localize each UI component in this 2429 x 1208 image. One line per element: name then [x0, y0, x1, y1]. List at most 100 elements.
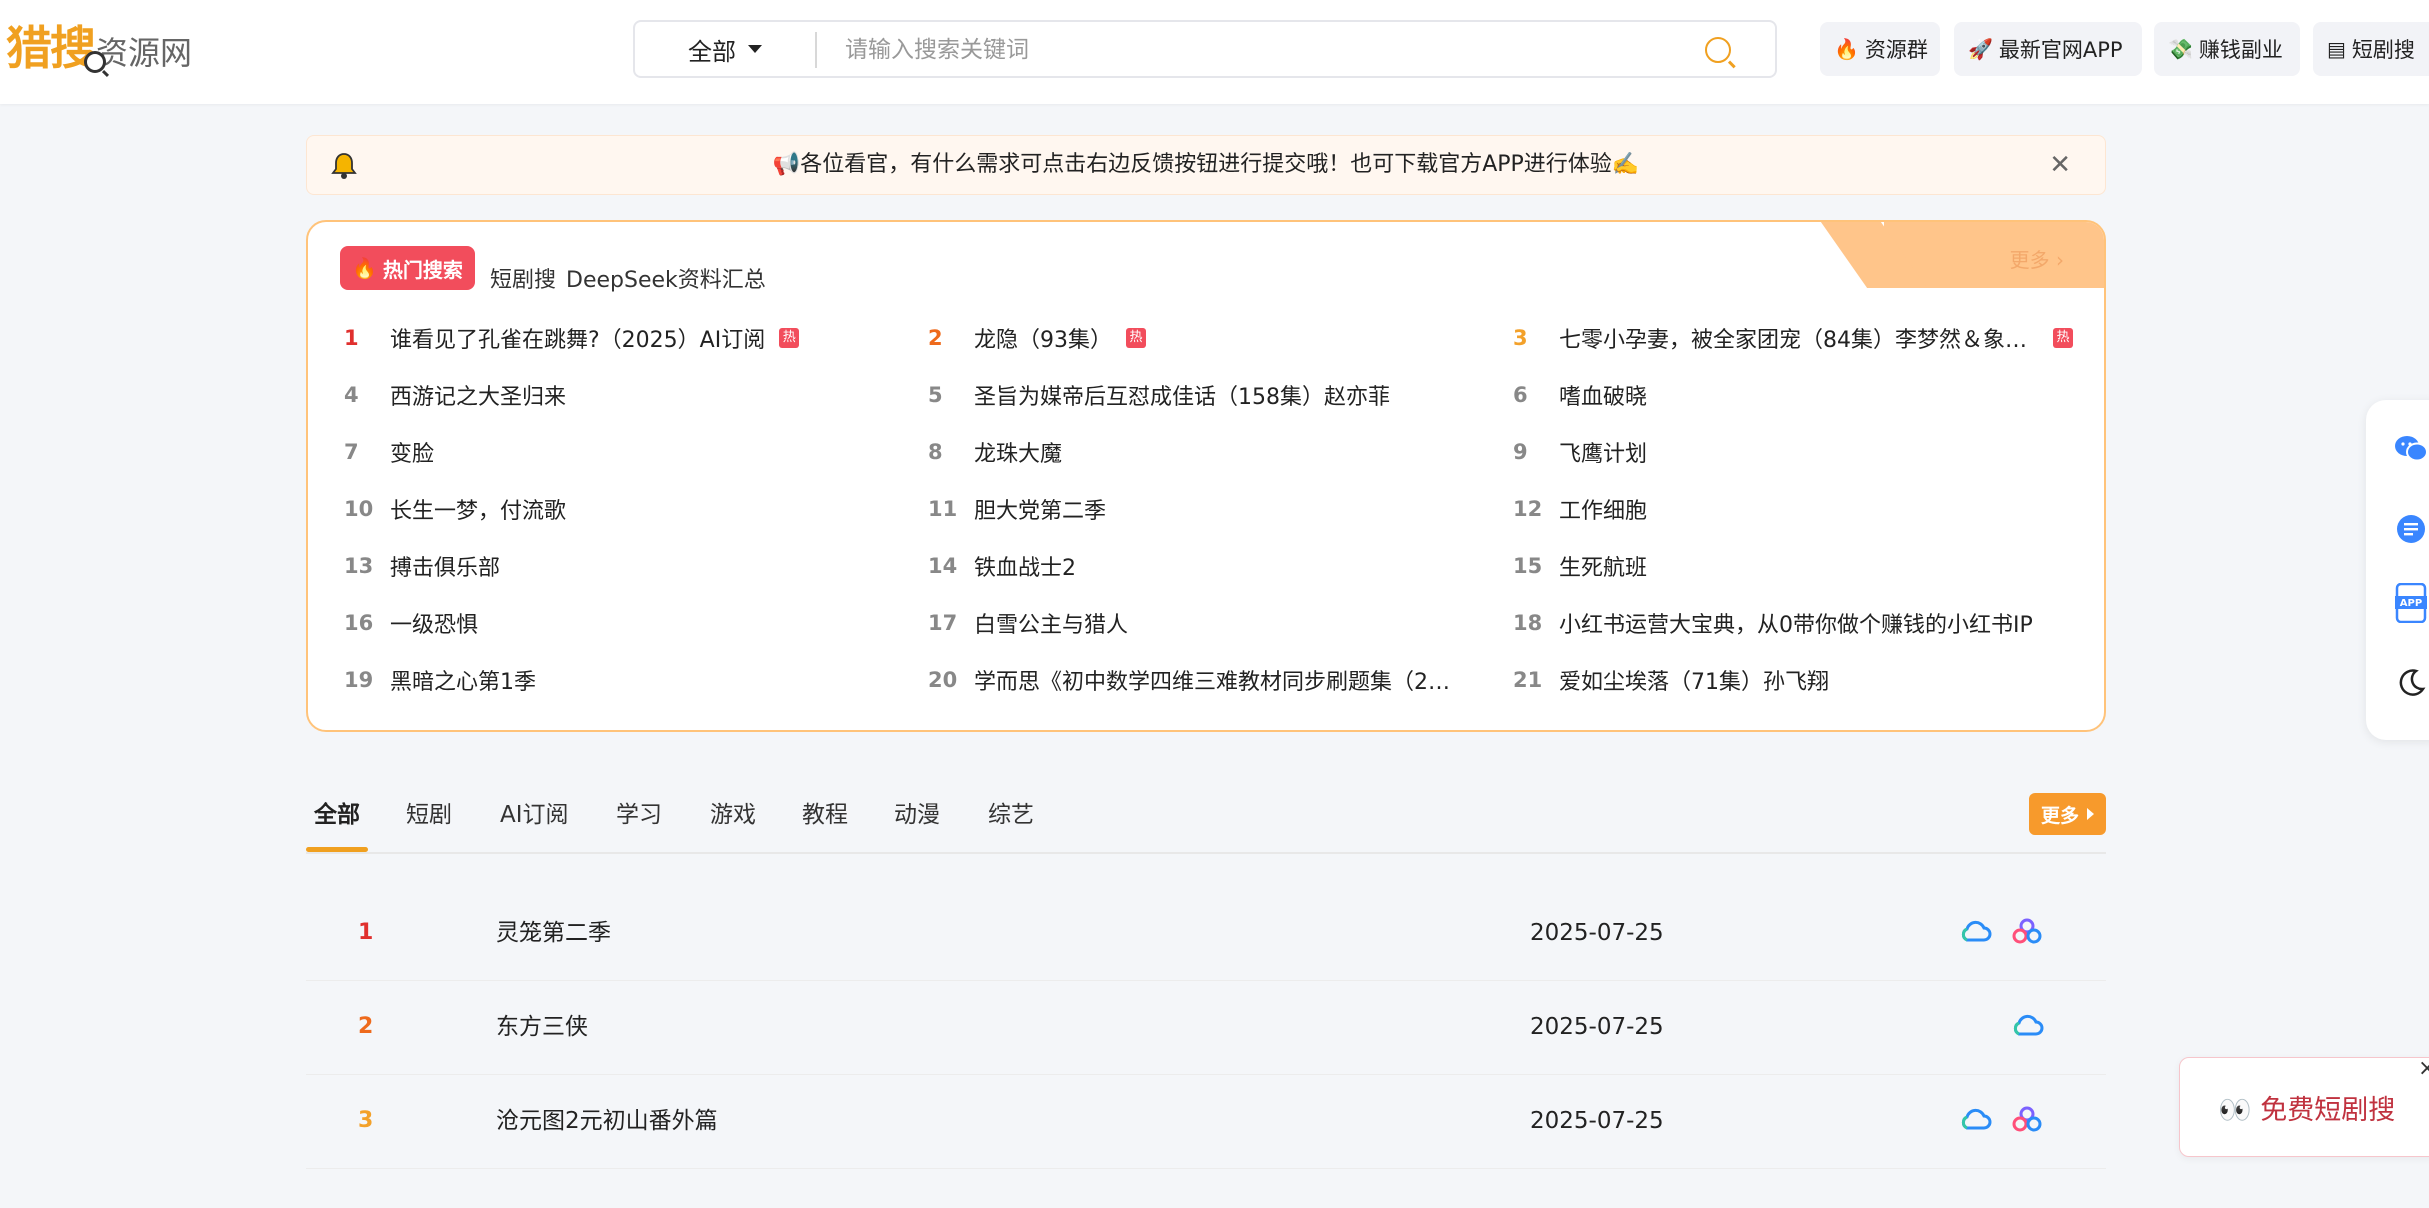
hot-search-item[interactable]: 13 搏击俱乐部 — [338, 546, 500, 586]
resource-title[interactable]: 灵笼第二季 — [496, 886, 611, 980]
hot-search-item[interactable]: 19 黑暗之心第1季 — [338, 660, 536, 700]
hot-search-item[interactable]: 16 一级恐惧 — [338, 603, 478, 643]
feedback-icon[interactable] — [2394, 512, 2428, 546]
category-tab[interactable]: 短剧 — [406, 790, 452, 840]
quark-cloud-icon[interactable] — [2010, 1106, 2044, 1132]
search-category-select[interactable]: 全部 — [635, 22, 815, 76]
category-tab[interactable]: 游戏 — [710, 790, 756, 840]
hot-item-title: 铁血战士2 — [974, 556, 1076, 581]
caret-down-icon — [748, 45, 762, 53]
hot-item-title: 工作细胞 — [1559, 499, 1648, 524]
hot-rank-number: 15 — [1513, 554, 1543, 578]
fire-icon: 🔥 — [1834, 37, 1859, 61]
quark-cloud-icon[interactable] — [2010, 918, 2044, 944]
hot-rank-number: 10 — [344, 497, 374, 521]
hot-rank-number: 9 — [1513, 440, 1528, 464]
category-tab[interactable]: 全部 — [314, 790, 360, 840]
hot-rank-number: 16 — [344, 611, 374, 635]
hot-search-item[interactable]: 7 变脸 — [338, 432, 434, 472]
hot-rank-number: 20 — [928, 668, 958, 692]
hot-search-item[interactable]: 5 圣旨为媒帝后互怼成佳话（158集）赵亦菲 — [922, 375, 1390, 415]
hot-search-item[interactable]: 8 龙珠大魔 — [922, 432, 1062, 472]
hot-rank-number: 7 — [344, 440, 359, 464]
hot-search-item[interactable]: 12 工作细胞 — [1507, 489, 1647, 529]
wechat-icon[interactable] — [2394, 432, 2428, 466]
hot-search-item[interactable]: 18 小红书运营大宝典，从0带你做个赚钱的小红书IP — [1507, 603, 2033, 643]
hot-search-item[interactable]: 15 生死航班 — [1507, 546, 1647, 586]
hot-rank-number: 21 — [1513, 668, 1543, 692]
top-header: 猎搜 资源网 全部 🔥 资源群 🚀 最新官网APP 💸 赚钱副业 ▤ 短剧搜 — [0, 0, 2429, 104]
search-divider — [815, 32, 817, 68]
short-drama-search-button[interactable]: ▤ 短剧搜 — [2313, 22, 2429, 76]
hot-item-title: 变脸 — [390, 442, 435, 467]
hot-item-title: 一级恐惧 — [390, 613, 479, 638]
search-box: 全部 — [633, 20, 1777, 78]
hot-item-title: 长生一梦，付流歌 — [390, 499, 567, 524]
logo-sub-text: 资源网 — [96, 34, 193, 72]
category-tab[interactable]: 综艺 — [988, 790, 1034, 840]
hot-item-title: 飞鹰计划 — [1559, 442, 1648, 467]
resource-rank: 2 — [358, 1014, 374, 1039]
close-icon[interactable]: ✕ — [2049, 150, 2071, 180]
rocket-icon: 🚀 — [1968, 37, 1993, 61]
hot-rank-number: 1 — [344, 326, 359, 350]
hot-more-link[interactable]: 更多 › — [2010, 244, 2064, 273]
app-icon[interactable]: APP — [2394, 583, 2428, 623]
category-tabs: 全部 短剧 AI订阅 学习 游戏 教程 动漫 综艺 更多 — [306, 790, 2106, 854]
hot-search-item[interactable]: 6 嗜血破晓 — [1507, 375, 1647, 415]
promo-text: 👀 免费短剧搜 — [2218, 1088, 2395, 1127]
category-tab[interactable]: 动漫 — [894, 790, 940, 840]
tabs-more-button[interactable]: 更多 — [2028, 793, 2106, 835]
official-app-button[interactable]: 🚀 最新官网APP — [1954, 22, 2142, 76]
free-drama-promo[interactable]: 👀 免费短剧搜 × — [2179, 1056, 2429, 1157]
baidu-cloud-icon[interactable] — [2010, 1012, 2044, 1038]
hot-search-item[interactable]: 4 西游记之大圣归来 — [338, 375, 566, 415]
logo-magnifier-icon — [84, 51, 106, 73]
hot-rank-number: 14 — [928, 554, 958, 578]
search-category-label: 全部 — [688, 37, 736, 66]
hot-rank-number: 4 — [344, 383, 359, 407]
resource-row[interactable]: 1 灵笼第二季 2025-07-25 — [306, 886, 2106, 981]
hot-rank-number: 2 — [928, 326, 943, 350]
promo-close-icon[interactable]: × — [2418, 1056, 2429, 1081]
search-icon[interactable] — [1705, 37, 1731, 63]
hot-rank-number: 8 — [928, 440, 943, 464]
short-drama-search-label: 短剧搜 — [2351, 38, 2415, 62]
resource-group-button[interactable]: 🔥 资源群 — [1820, 22, 1940, 76]
baidu-cloud-icon[interactable] — [1958, 1106, 1992, 1132]
promo-label: 免费短剧搜 — [2260, 1095, 2396, 1126]
category-tab[interactable]: 教程 — [802, 790, 848, 840]
hot-search-badge: 🔥 热门搜索 — [340, 246, 475, 290]
hot-flag-badge: 热 — [779, 328, 800, 348]
hot-search-item[interactable]: 17 白雪公主与猎人 — [922, 603, 1128, 643]
hot-search-item[interactable]: 11 胆大党第二季 — [922, 489, 1106, 529]
category-tab[interactable]: 学习 — [616, 790, 662, 840]
hot-item-title: 学而思《初中数学四维三难教材同步刷题集（2025… — [974, 670, 1454, 695]
hot-item-title: 谁看见了孔雀在跳舞?（2025）AI订阅 — [390, 328, 766, 353]
resource-group-label: 资源群 — [1864, 38, 1928, 62]
side-hustle-button[interactable]: 💸 赚钱副业 — [2154, 22, 2300, 76]
resource-title[interactable]: 沧元图2元初山番外篇 — [496, 1074, 718, 1168]
category-tab[interactable]: AI订阅 — [500, 790, 569, 840]
hot-tag-link[interactable]: DeepSeek资料汇总 — [566, 262, 766, 294]
resource-rank: 3 — [358, 1108, 374, 1133]
search-input[interactable] — [843, 28, 1687, 72]
hot-search-item[interactable]: 14 铁血战士2 — [922, 546, 1076, 586]
resource-row[interactable]: 2 东方三侠 2025-07-25 — [306, 980, 2106, 1075]
site-logo[interactable]: 猎搜 资源网 — [6, 18, 192, 78]
hot-search-item[interactable]: 1 谁看见了孔雀在跳舞?（2025）AI订阅热 — [338, 318, 800, 358]
hot-search-item[interactable]: 10 长生一梦，付流歌 — [338, 489, 566, 529]
baidu-cloud-icon[interactable] — [1958, 918, 1992, 944]
hot-search-item[interactable]: 3 七零小孕妻，被全家团宠（84集）李梦然＆象韵洁热 — [1507, 318, 2073, 358]
money-icon: 💸 — [2168, 37, 2193, 61]
resource-row[interactable]: 3 沧元图2元初山番外篇 2025-07-25 — [306, 1074, 2106, 1169]
hot-tag-link[interactable]: 短剧搜 — [490, 262, 556, 294]
hot-search-item[interactable]: 21 爱如尘埃落（71集）孙飞翔 — [1507, 660, 1829, 700]
hot-search-item[interactable]: 9 飞鹰计划 — [1507, 432, 1647, 472]
hot-search-item[interactable]: 20 学而思《初中数学四维三难教材同步刷题集（2025… — [922, 660, 1454, 700]
hot-rank-number: 12 — [1513, 497, 1543, 521]
hot-search-item[interactable]: 2 龙隐（93集） 热 — [922, 318, 1146, 358]
resource-title[interactable]: 东方三侠 — [496, 980, 588, 1074]
moon-icon[interactable] — [2394, 666, 2428, 700]
hot-rank-number: 5 — [928, 383, 943, 407]
